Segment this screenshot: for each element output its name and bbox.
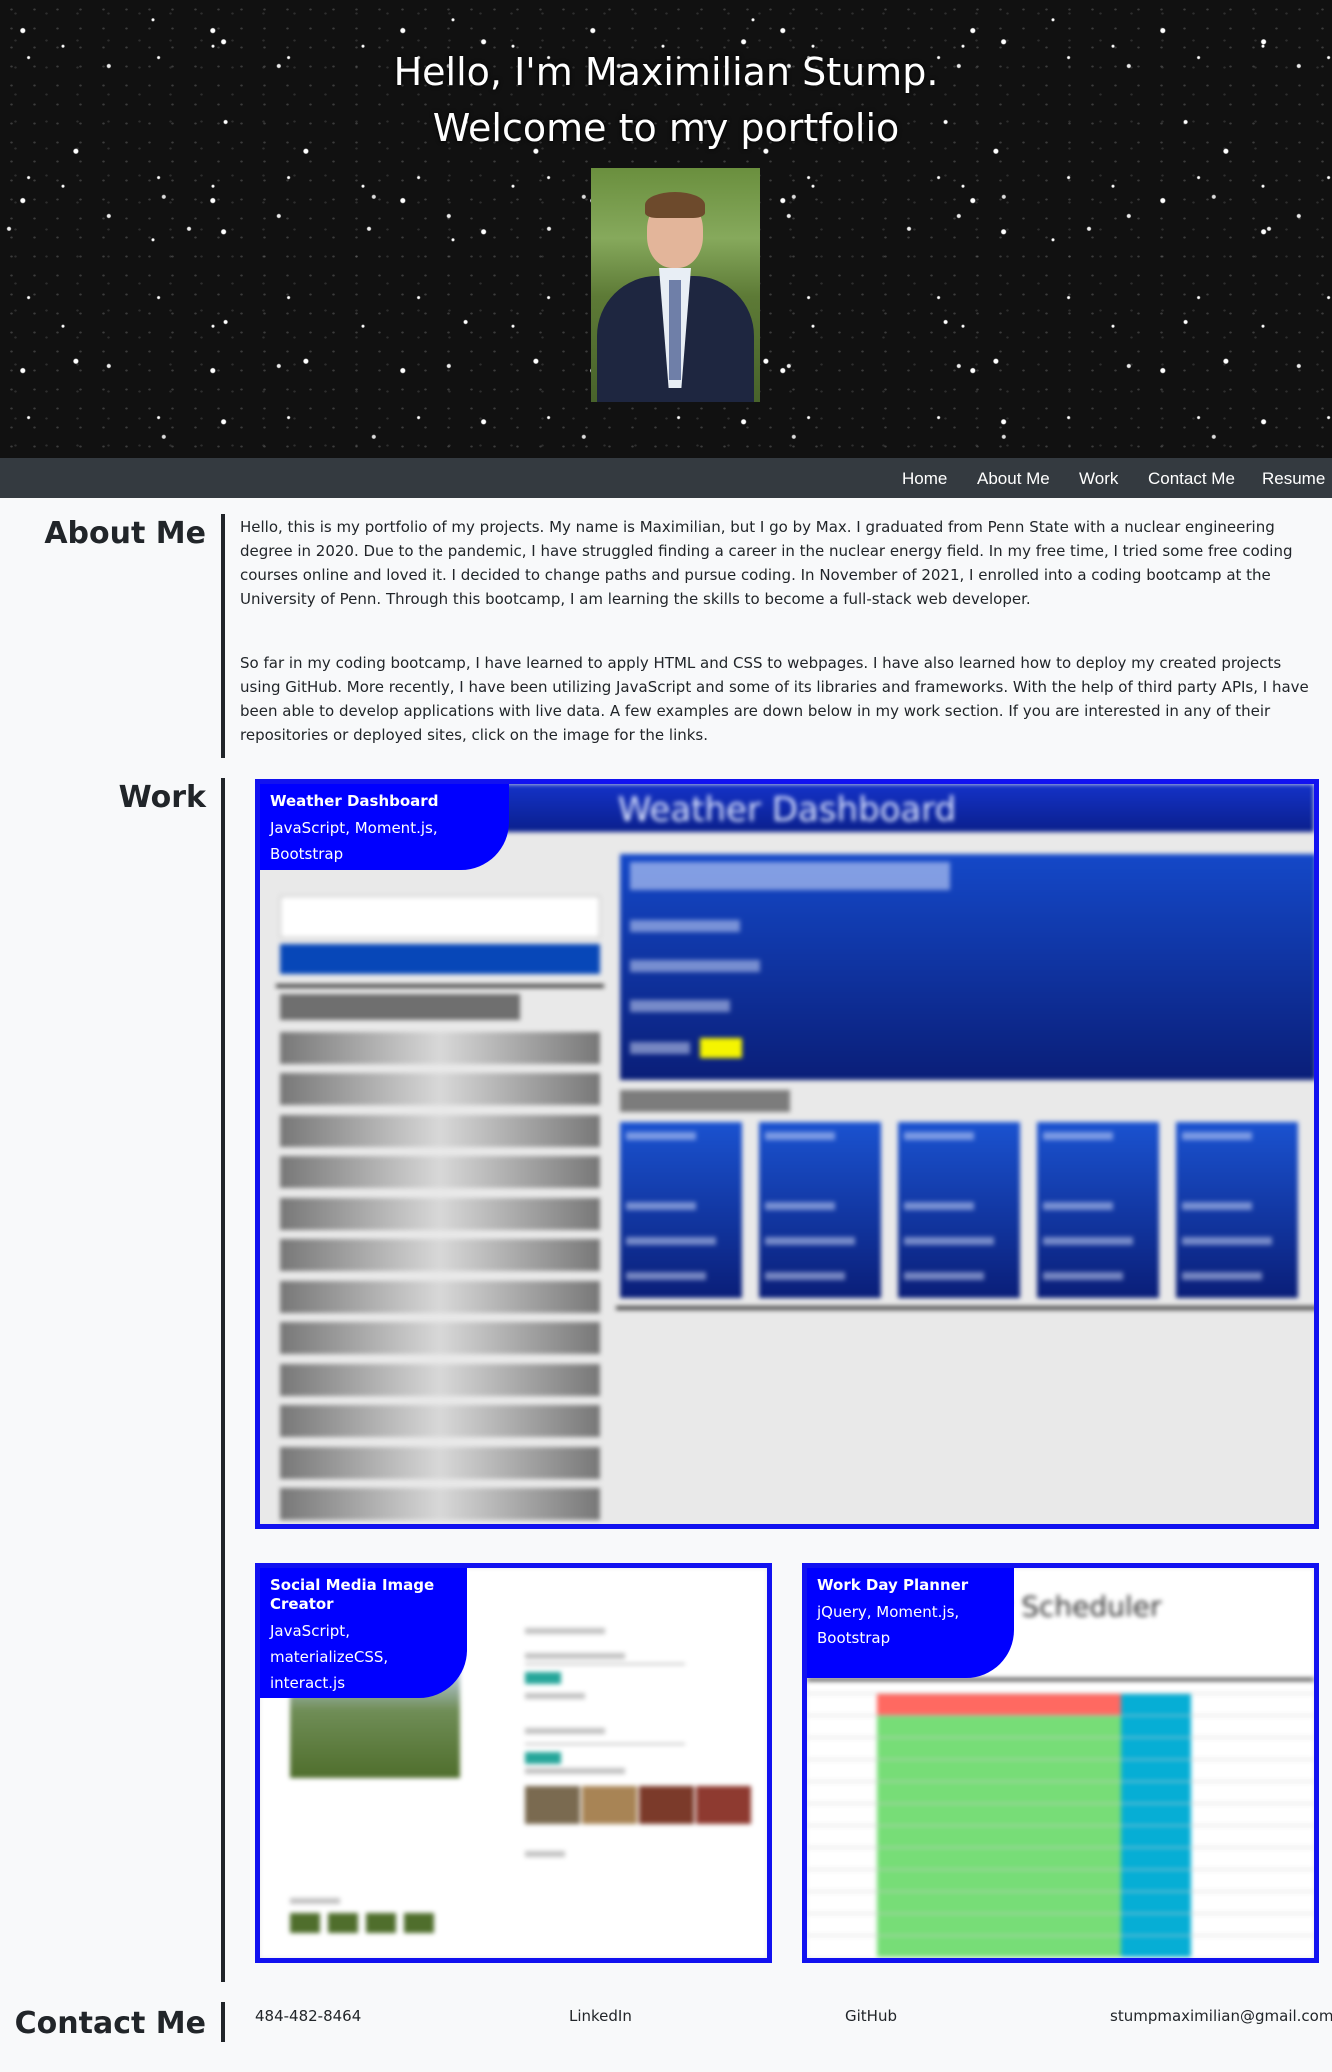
contact-email-link[interactable]: stumpmaximilian@gmail.com [1110,2007,1332,2025]
contact-github-link[interactable]: GitHub [845,2007,897,2025]
contact-divider [221,2002,225,2042]
about-heading: About Me [44,516,206,551]
work-heading: Work [118,780,206,815]
about-divider [221,514,225,758]
hero-banner: Hello, I'm Maximilian Stump. Welcome to … [0,0,1332,458]
project-card-work-day-planner[interactable]: Day Scheduler Work Day Planner jQuery, M… [802,1563,1319,1963]
nav-about-link[interactable]: About Me [977,469,1050,489]
project-tech: JavaScript, Moment.js, Bootstrap [270,819,438,863]
project-tech: JavaScript, materializeCSS, interact.js [270,1622,389,1692]
contact-heading: Contact Me [14,2006,206,2041]
hero-welcome: Welcome to my portfolio [432,106,900,150]
project-title: Weather Dashboard [270,792,439,810]
navbar: Home About Me Work Contact Me Resume [0,458,1332,498]
project-label-social-media-image-creator: Social Media Image Creator JavaScript, m… [260,1568,467,1698]
project-title: Work Day Planner [817,1576,969,1594]
about-paragraph-2: So far in my coding bootcamp, I have lea… [240,654,1309,744]
project-label-weather-dashboard: Weather Dashboard JavaScript, Moment.js,… [260,784,509,870]
contact-phone[interactable]: 484-482-8464 [255,2007,361,2025]
project-tech: jQuery, Moment.js, Bootstrap [817,1603,960,1647]
project-title: Social Media Image Creator [270,1576,435,1613]
nav-contact-link[interactable]: Contact Me [1148,469,1235,489]
profile-photo [591,168,760,402]
weather-dashboard-screenshot: Weather Dashboard [260,784,1314,1524]
project-label-work-day-planner: Work Day Planner jQuery, Moment.js, Boot… [807,1568,1014,1678]
work-divider [221,778,225,1982]
nav-resume-link[interactable]: Resume [1262,469,1325,489]
project-card-weather-dashboard[interactable]: Weather Dashboard Weather Dashboard Java… [255,779,1319,1529]
nav-work-link[interactable]: Work [1079,469,1118,489]
project-card-social-media-image-creator[interactable]: Social Media Image Creator JavaScript, m… [255,1563,772,1963]
contact-linkedin-link[interactable]: LinkedIn [569,2007,632,2025]
hero-greeting: Hello, I'm Maximilian Stump. [393,50,939,94]
about-paragraph-1: Hello, this is my portfolio of my projec… [240,518,1293,608]
nav-home-link[interactable]: Home [902,469,947,489]
